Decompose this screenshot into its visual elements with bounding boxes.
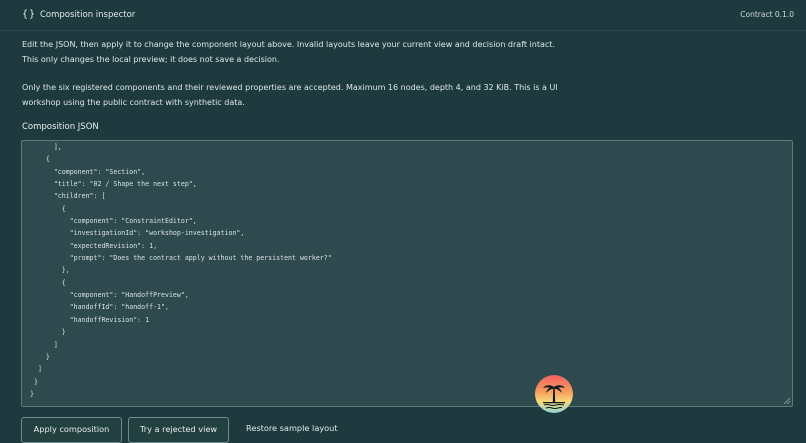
palm-tree-sunset-icon[interactable] [535,375,573,413]
apply-composition-button[interactable]: Apply composition [21,417,122,443]
restore-sample-layout-button[interactable]: Restore sample layout [246,423,338,433]
intro-line-4: workshop using the public contract with … [22,98,245,107]
panel-title: Composition inspector [40,10,136,20]
intro-instructions: Edit the JSON, then apply it to change t… [22,37,792,67]
resize-handle-icon[interactable] [783,397,790,404]
json-code[interactable]: ], { "component": "Section", "title": "0… [22,141,332,400]
intro-line-1: Edit the JSON, then apply it to change t… [22,40,555,49]
braces-icon: {} [22,9,37,20]
inspector-header: {} Composition inspector Contract 0.1.0 [0,0,806,32]
intro-line-2: This only changes the local preview; it … [22,55,280,64]
composition-json-label: Composition JSON [22,122,99,132]
header-divider [0,30,806,31]
try-rejected-view-button[interactable]: Try a rejected view [128,417,229,443]
intro-constraints: Only the six registered components and t… [22,80,792,110]
intro-line-3: Only the six registered components and t… [22,83,558,92]
contract-version: Contract 0.1.0 [740,10,794,19]
composition-json-editor[interactable]: ], { "component": "Section", "title": "0… [21,140,793,407]
